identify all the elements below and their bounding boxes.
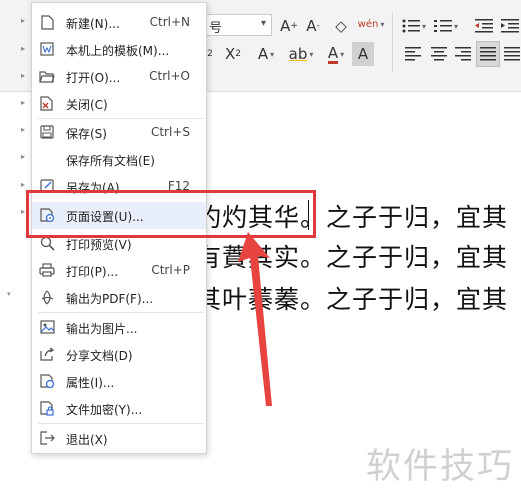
decrease-indent-icon[interactable]	[472, 14, 496, 38]
menu-divider	[38, 312, 204, 313]
font-color-button[interactable]: A ▾	[322, 42, 350, 66]
chevron-down-icon: ▾	[260, 18, 266, 29]
pdf-icon	[39, 289, 55, 305]
char-shading-button[interactable]: A	[352, 42, 374, 66]
printer-icon	[39, 262, 55, 278]
share-icon	[39, 346, 55, 362]
menu-item-exit[interactable]: 退出(X)	[32, 425, 206, 452]
menu-item-encrypt[interactable]: 文件加密(Y)...	[32, 395, 206, 422]
clear-format-icon[interactable]: ◇	[330, 14, 352, 38]
close-document-icon	[39, 95, 55, 111]
expand-arrow-icon[interactable]: ▸	[21, 180, 25, 189]
highlight-button[interactable]: ab ▾	[284, 42, 318, 66]
subscript-button[interactable]: X2	[222, 42, 244, 66]
menu-item-save-all[interactable]: 保存所有文档(E)	[32, 146, 206, 173]
collapse-arrow-icon[interactable]: ▾	[7, 290, 11, 298]
bullet-list-icon[interactable]: ▾	[400, 14, 428, 38]
expand-arrow-icon[interactable]: ▸	[21, 44, 25, 53]
increase-indent-icon[interactable]	[500, 14, 520, 38]
expand-arrow-icon[interactable]: ▸	[21, 125, 25, 134]
align-left-icon[interactable]	[402, 42, 424, 66]
grow-font-button[interactable]: A +	[278, 14, 300, 38]
folder-open-icon	[39, 68, 55, 84]
save-icon	[39, 124, 55, 140]
align-right-icon[interactable]	[452, 42, 474, 66]
template-icon	[39, 41, 55, 57]
menu-item-properties[interactable]: 属性(I)...	[32, 368, 206, 395]
expand-arrow-icon[interactable]: ▸	[21, 98, 25, 107]
menu-item-export-pdf[interactable]: 输出为PDF(F)...	[32, 284, 206, 311]
font-size-select[interactable]: 号 ▾	[198, 14, 272, 36]
menu-item-share[interactable]: 分享文档(D)	[32, 341, 206, 368]
align-center-icon[interactable]	[428, 42, 450, 66]
phonetic-guide-button[interactable]: wén ▾	[358, 12, 385, 36]
menu-item-save[interactable]: 保存(S) Ctrl+S	[32, 119, 206, 146]
shrink-font-button[interactable]: A-	[302, 14, 324, 38]
menu-divider	[38, 423, 204, 424]
image-icon	[39, 319, 55, 335]
watermark: 软件技巧	[366, 447, 515, 487]
menu-item-print[interactable]: 打印(P)... Ctrl+P	[32, 257, 206, 284]
menu-item-new[interactable]: 新建(N)... Ctrl+N	[32, 9, 206, 36]
menu-item-local-templates[interactable]: 本机上的模板(M)...	[32, 36, 206, 63]
expand-arrow-icon[interactable]: ▸	[21, 71, 25, 80]
properties-icon	[39, 373, 55, 389]
expand-arrow-icon[interactable]: ▸	[21, 207, 25, 216]
menu-item-export-image[interactable]: 输出为图片...	[32, 314, 206, 341]
expand-arrow-icon[interactable]: ▸	[21, 152, 25, 161]
align-justify-icon[interactable]	[476, 41, 500, 67]
lock-document-icon	[39, 400, 55, 416]
red-pointer-arrow-icon	[238, 232, 272, 406]
expand-arrow-icon[interactable]: ▸	[21, 16, 25, 25]
font-size-value: 号	[209, 21, 223, 36]
numbered-list-icon[interactable]: ▾	[432, 14, 460, 38]
new-document-icon	[39, 14, 55, 30]
menu-item-open[interactable]: 打开(O)... Ctrl+O	[32, 63, 206, 90]
distributed-align-icon[interactable]	[503, 42, 521, 66]
menu-item-close[interactable]: 关闭(C)	[32, 90, 206, 117]
toolbar-separator	[392, 12, 393, 72]
exit-icon	[39, 430, 55, 446]
text-effect-button[interactable]: A ▾	[252, 42, 280, 66]
